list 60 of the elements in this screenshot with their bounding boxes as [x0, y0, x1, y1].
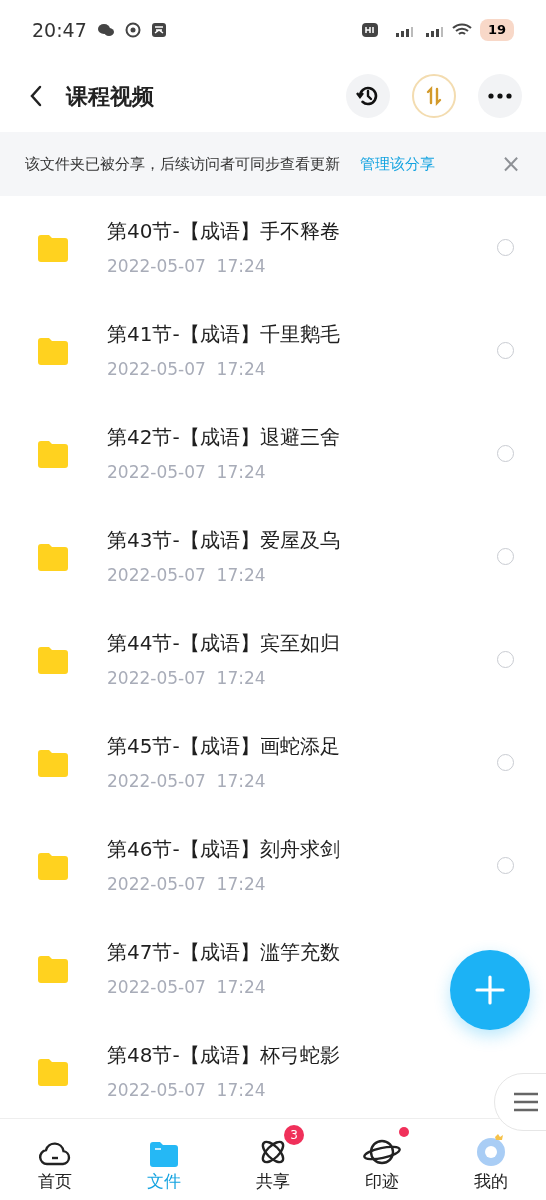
folder-icon	[36, 748, 70, 777]
folder-date: 2022-05-07 17:24	[107, 254, 267, 278]
folder-name: 第43节-【成语】爱屋及乌	[107, 526, 340, 554]
banner-text: 该文件夹已被分享，后续访问者可同步查看更新	[25, 153, 340, 175]
menu-icon	[513, 1092, 539, 1112]
folder-icon	[36, 645, 70, 674]
app-icon	[150, 22, 167, 38]
folder-name: 第45节-【成语】画蛇添足	[107, 732, 340, 760]
folder-icon	[36, 439, 70, 468]
cloud-icon	[37, 1139, 72, 1167]
history-button[interactable]	[346, 74, 390, 118]
add-button[interactable]	[450, 950, 530, 1030]
chat-icon	[96, 22, 115, 38]
folder-row[interactable]: 第40节-【成语】手不释卷 2022-05-07 17:24	[0, 196, 546, 299]
folder-date: 2022-05-07 17:24	[107, 563, 267, 587]
planet-icon	[363, 1137, 402, 1167]
nav-tab[interactable]: 3 共享	[218, 1119, 328, 1200]
back-icon	[29, 85, 43, 107]
folder-icon	[36, 954, 70, 983]
folder-date: 2022-05-07 17:24	[107, 1078, 267, 1102]
folder-icon	[36, 851, 70, 880]
folder-name: 第40节-【成语】手不释卷	[107, 217, 340, 245]
folder-icon	[148, 1141, 179, 1167]
nav-tab[interactable]: 印迹	[327, 1119, 437, 1200]
folder-name: 第41节-【成语】千里鹅毛	[107, 320, 340, 348]
folder-name: 第47节-【成语】滥竽充数	[107, 938, 340, 966]
nav-tab[interactable]: 首页	[0, 1119, 110, 1200]
folder-date: 2022-05-07 17:24	[107, 357, 267, 381]
folder-name: 第46节-【成语】刻舟求剑	[107, 835, 340, 863]
folder-name: 第42节-【成语】退避三舍	[107, 423, 340, 451]
folder-icon	[36, 542, 70, 571]
camera-icon	[124, 22, 141, 38]
status-time: 20:47	[32, 17, 87, 43]
transfer-icon	[424, 86, 444, 106]
folder-icon	[36, 336, 70, 365]
folder-row[interactable]: 第48节-【成语】杯弓蛇影 2022-05-07 17:24	[0, 1020, 546, 1118]
folder-row[interactable]: 第41节-【成语】千里鹅毛 2022-05-07 17:24	[0, 299, 546, 402]
notification-badge: 3	[284, 1125, 304, 1145]
folder-row[interactable]: 第42节-【成语】退避三舍 2022-05-07 17:24	[0, 402, 546, 505]
more-icon	[488, 93, 512, 99]
folder-row[interactable]: 第45节-【成语】画蛇添足 2022-05-07 17:24	[0, 711, 546, 814]
folder-date: 2022-05-07 17:24	[107, 666, 267, 690]
folder-row[interactable]: 第43节-【成语】爱屋及乌 2022-05-07 17:24	[0, 505, 546, 608]
side-menu-handle[interactable]	[494, 1073, 546, 1131]
battery-level: 19	[479, 19, 514, 41]
folder-row[interactable]: 第46节-【成语】刻舟求剑 2022-05-07 17:24	[0, 814, 546, 917]
folder-date: 2022-05-07 17:24	[107, 769, 267, 793]
page-title: 课程视频	[66, 82, 154, 111]
folder-icon	[36, 233, 70, 262]
folder-date: 2022-05-07 17:24	[107, 975, 267, 999]
folder-row[interactable]: 第47节-【成语】滥竽充数 2022-05-07 17:24	[0, 917, 546, 1020]
transfer-button[interactable]	[412, 74, 456, 118]
folder-name: 第48节-【成语】杯弓蛇影	[107, 1041, 340, 1069]
folder-date: 2022-05-07 17:24	[107, 460, 267, 484]
folder-row[interactable]: 第44节-【成语】宾至如归 2022-05-07 17:24	[0, 608, 546, 711]
more-button[interactable]	[478, 74, 522, 118]
folder-name: 第44节-【成语】宾至如归	[107, 629, 340, 657]
folder-icon	[36, 1057, 70, 1086]
plus-icon	[475, 975, 505, 1005]
folder-date: 2022-05-07 17:24	[107, 872, 267, 896]
